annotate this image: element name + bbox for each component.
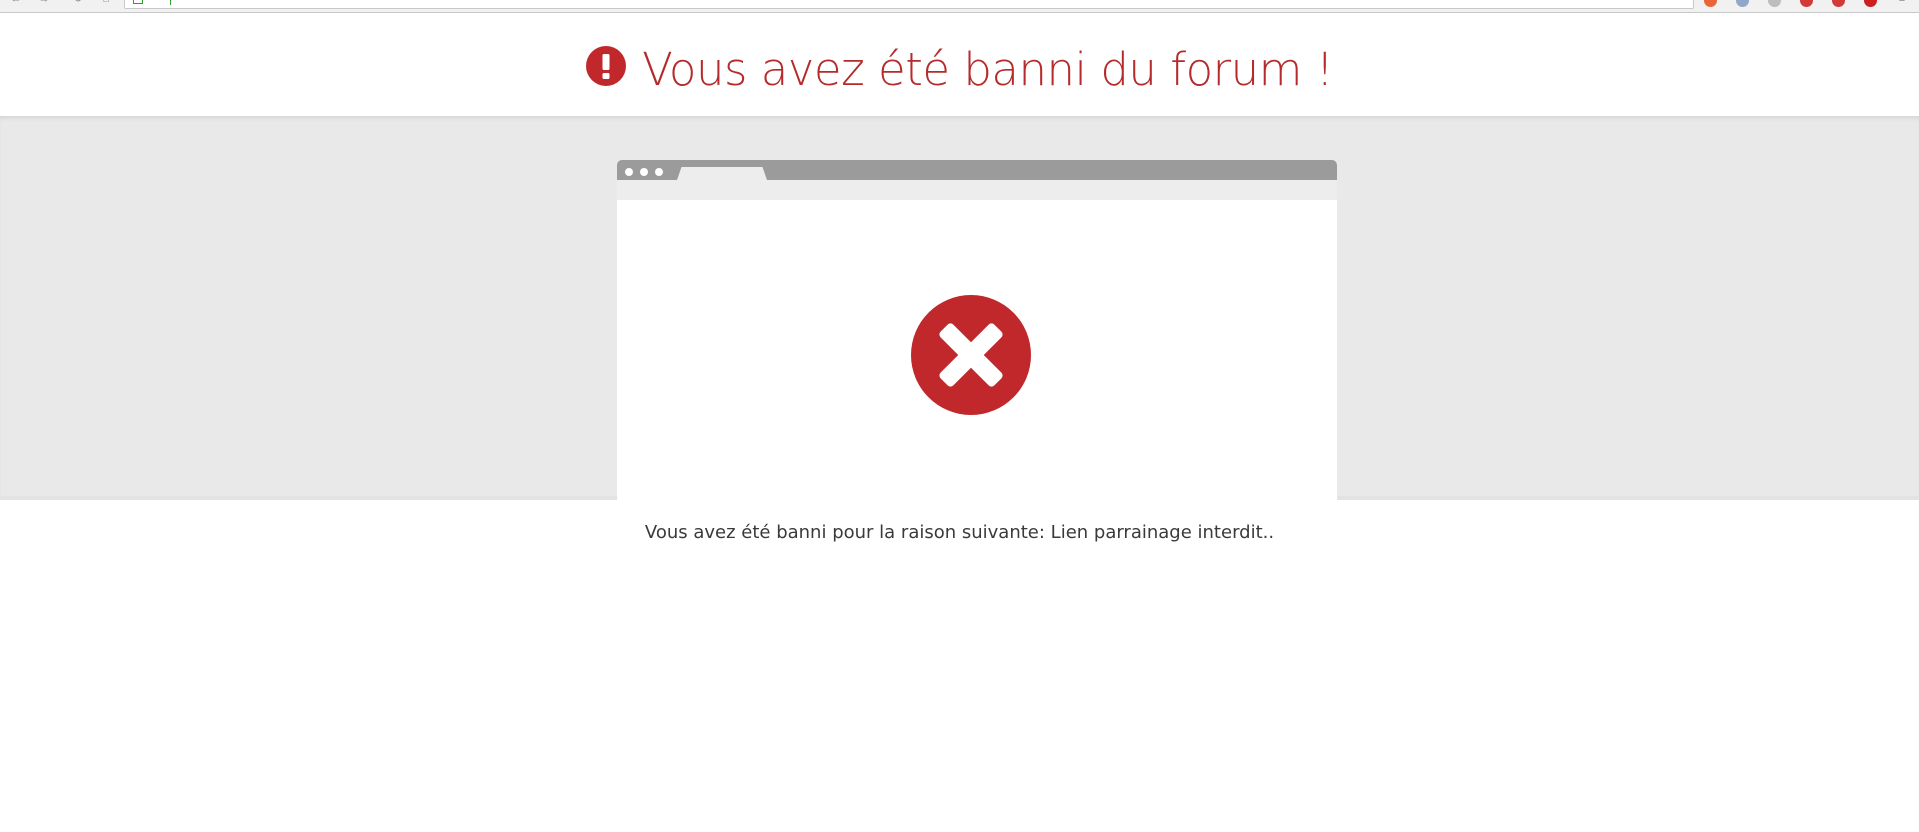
menu-icon[interactable]: ≡: [1896, 0, 1908, 5]
reload-icon[interactable]: ↻: [72, 0, 84, 5]
extension-icon[interactable]: [1704, 0, 1717, 7]
page-header: Vous avez été banni du forum !: [0, 13, 1919, 116]
window-dot-icon: [640, 168, 648, 176]
home-icon[interactable]: ⌂: [100, 0, 112, 5]
browser-toolbar: ← → ↻ ⌂ ≡: [0, 0, 1919, 13]
extension-icon[interactable]: [1768, 0, 1781, 7]
extension-icon[interactable]: [1736, 0, 1749, 7]
illustration-titlebar: [617, 160, 1337, 180]
window-dot-icon: [625, 168, 633, 176]
exclamation-circle-icon: [585, 46, 626, 86]
page-title-row: Vous avez été banni du forum !: [0, 43, 1919, 97]
window-dot-icon: [655, 168, 663, 176]
back-icon[interactable]: ←: [10, 0, 22, 5]
illustration-toolbar: [617, 180, 1337, 200]
page-title: Vous avez été banni du forum !: [642, 43, 1334, 96]
illustration-tab: [677, 167, 767, 180]
extension-icon[interactable]: [1800, 0, 1813, 7]
error-x-circle-icon: [911, 295, 1031, 415]
extension-icon[interactable]: [1864, 0, 1877, 7]
url-text-cursor: [170, 0, 171, 5]
illustration-content: [617, 200, 1337, 500]
address-bar[interactable]: [124, 0, 1694, 9]
ban-reason-text: Vous avez été banni pour la raison suiva…: [644, 522, 1275, 543]
secure-page-icon: [133, 0, 143, 4]
forward-icon[interactable]: →: [38, 0, 50, 5]
extension-icon[interactable]: [1832, 0, 1845, 7]
browser-illustration: [617, 160, 1337, 500]
